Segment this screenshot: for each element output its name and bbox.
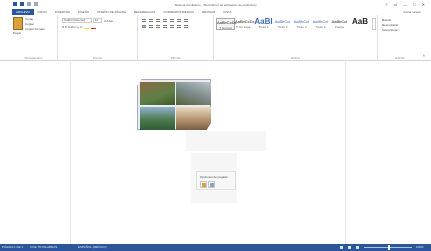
editing-group-label: Edición bbox=[395, 56, 405, 60]
read-mode-icon[interactable] bbox=[340, 246, 343, 249]
editing-commands: Buscar Reemplazar Seleccionar bbox=[382, 18, 398, 33]
font-group-label: Fuente bbox=[92, 56, 103, 60]
styles-scrollbar[interactable] bbox=[372, 18, 376, 30]
paste-label: Pegar bbox=[13, 31, 22, 35]
style-sample: AaBbCcDc bbox=[235, 19, 255, 24]
paragraph-group-label: Párrafo bbox=[170, 56, 181, 60]
window-title: Sistema circulatorio - Word (Error de ac… bbox=[174, 3, 257, 7]
status-bar: PÁGINA 1 DE 1 0 DE 78 PALABRAS ESPAÑOL (… bbox=[0, 244, 431, 251]
collapse-ribbon-icon[interactable]: ˄ bbox=[423, 53, 425, 58]
language-indicator[interactable]: ESPAÑOL (MÉXICO) bbox=[78, 245, 107, 249]
collage-photo bbox=[140, 82, 175, 105]
style-sin-espaciado[interactable]: AaBbCcDc ¶ Sin espa... bbox=[235, 18, 255, 30]
photo-collage-image[interactable] bbox=[137, 79, 211, 130]
decrease-indent-icon[interactable] bbox=[163, 19, 167, 22]
style-name: ¶ Sin espa... bbox=[236, 25, 253, 29]
style-name: Título 2 bbox=[277, 25, 288, 29]
align-left-icon[interactable] bbox=[142, 25, 146, 28]
align-right-icon[interactable] bbox=[156, 25, 160, 28]
close-icon[interactable]: ✕ bbox=[422, 2, 425, 7]
multilevel-list-icon[interactable] bbox=[156, 19, 160, 22]
style-name: ¶ Normal bbox=[219, 26, 232, 30]
picture-paste-button[interactable] bbox=[208, 181, 215, 188]
align-center-icon[interactable] bbox=[149, 25, 153, 28]
paragraph-row-2 bbox=[142, 25, 188, 28]
title-bar: Sistema circulatorio - Word (Error de ac… bbox=[0, 0, 431, 9]
borders-icon[interactable] bbox=[184, 25, 188, 28]
style-sample: AaBbCcI bbox=[331, 19, 348, 24]
style-normal[interactable]: AaBbCcDc ¶ Normal bbox=[216, 18, 237, 30]
web-layout-icon[interactable] bbox=[356, 246, 359, 249]
font-format-row: N K S abc x₂ x² bbox=[62, 25, 97, 29]
clipboard-icon bbox=[202, 183, 206, 187]
style-sample: AaBbCcI bbox=[274, 19, 291, 24]
paragraph-row-1 bbox=[142, 19, 188, 22]
minimize-icon[interactable]: — bbox=[403, 2, 407, 7]
font-color-icon[interactable] bbox=[91, 25, 97, 29]
ribbon-display-options-icon[interactable]: ▭ bbox=[393, 2, 397, 7]
print-layout-icon[interactable] bbox=[348, 246, 351, 249]
sort-icon[interactable] bbox=[177, 19, 181, 22]
format-painter-button[interactable]: Copiar formato bbox=[25, 27, 45, 32]
shading-icon[interactable] bbox=[177, 25, 181, 28]
collage-photo bbox=[140, 107, 175, 130]
window-controls: ? ▭ — □ ✕ bbox=[385, 2, 425, 7]
zoom-slider-thumb[interactable] bbox=[387, 245, 390, 250]
word-count[interactable]: 0 DE 78 PALABRAS bbox=[30, 245, 57, 249]
style-titulo-1[interactable]: AaBl Título 1 bbox=[254, 18, 273, 30]
style-sample: AaB bbox=[351, 17, 368, 26]
paste-button[interactable] bbox=[13, 17, 23, 30]
help-icon[interactable]: ? bbox=[385, 2, 387, 7]
bullets-icon[interactable] bbox=[142, 19, 146, 22]
sign-in-link[interactable]: Iniciar sesión bbox=[403, 10, 421, 14]
zoom-slider[interactable] bbox=[364, 245, 412, 250]
page-count[interactable]: PÁGINA 1 DE 1 bbox=[2, 245, 23, 249]
style-sample: AaBbCcI bbox=[312, 19, 329, 24]
style-more[interactable]: AaB bbox=[349, 18, 371, 30]
style-sample: AaBbCcDc bbox=[217, 20, 237, 25]
select-button[interactable]: Seleccionar bbox=[382, 28, 398, 33]
style-name: Puesto bbox=[334, 25, 345, 29]
font-size-select[interactable]: 11 bbox=[93, 18, 102, 23]
numbering-icon[interactable] bbox=[149, 19, 153, 22]
styles-group-label: Estilos bbox=[291, 56, 300, 60]
collage-photo bbox=[176, 82, 211, 105]
clipboard-group-label: Portapapeles bbox=[24, 56, 43, 60]
clipboard-commands: Cortar Copiar Copiar formato bbox=[25, 17, 45, 32]
ribbon: Portapapeles Pegar Cortar Copiar Copiar … bbox=[0, 15, 431, 61]
style-titulo-2[interactable]: AaBbCcI Título 2 bbox=[273, 18, 292, 30]
paste-options-popup: Opciones de pegado: bbox=[196, 171, 236, 190]
paste-options-title: Opciones de pegado: bbox=[200, 175, 229, 179]
style-puesto[interactable]: AaBbCcI Puesto bbox=[330, 18, 349, 30]
line-spacing-icon[interactable] bbox=[170, 25, 174, 28]
style-name: Título 4 bbox=[315, 25, 326, 29]
style-titulo-4[interactable]: AaBbCcI Título 4 bbox=[311, 18, 330, 30]
picture-icon bbox=[210, 183, 214, 187]
maximize-icon[interactable]: □ bbox=[413, 2, 415, 7]
view-buttons bbox=[340, 246, 359, 249]
justify-icon[interactable] bbox=[163, 25, 167, 28]
font-format-buttons[interactable]: N K S abc x₂ x² bbox=[62, 25, 82, 29]
show-marks-icon[interactable] bbox=[184, 19, 188, 22]
keep-source-formatting-button[interactable] bbox=[200, 181, 207, 188]
increase-indent-icon[interactable] bbox=[170, 19, 174, 22]
selection-placeholder bbox=[186, 131, 266, 151]
font-size-controls[interactable]: A A Aa bbox=[104, 19, 113, 23]
style-titulo-3[interactable]: AaBbCcI Título 3 bbox=[292, 18, 311, 30]
style-sample: AaBbCcI bbox=[293, 19, 310, 24]
collage-photo bbox=[176, 107, 211, 130]
zoom-percent[interactable]: 100% bbox=[416, 245, 424, 249]
style-name: Título 3 bbox=[296, 25, 307, 29]
font-name-select[interactable]: Calibri (Cuerpo) bbox=[62, 18, 92, 23]
highlight-color-icon[interactable] bbox=[84, 25, 90, 29]
style-sample: AaBl bbox=[254, 17, 273, 26]
